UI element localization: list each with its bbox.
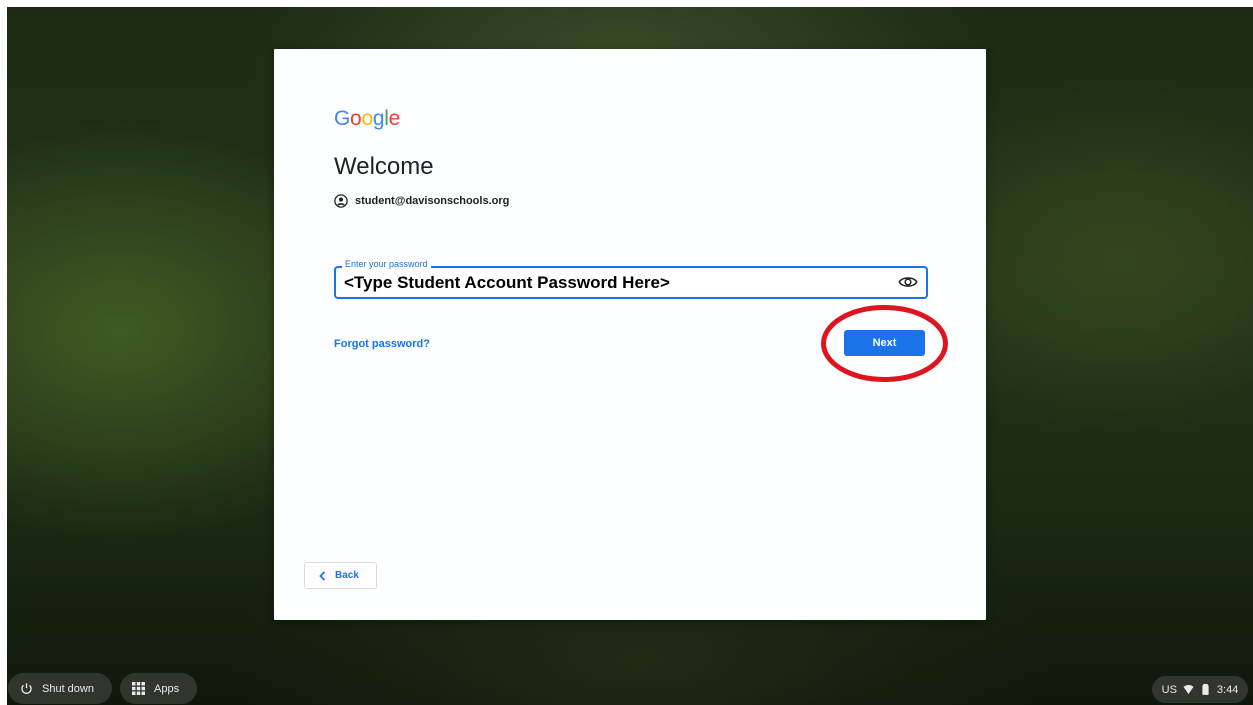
password-input[interactable]: <Type Student Account Password Here> xyxy=(344,273,670,293)
battery-icon xyxy=(1202,684,1209,695)
chevron-left-icon xyxy=(319,570,326,581)
keyboard-layout: US xyxy=(1161,683,1177,696)
account-email: student@davisonschools.org xyxy=(355,195,510,207)
account-circle-icon xyxy=(334,194,348,208)
password-field[interactable]: Enter your password <Type Student Accoun… xyxy=(334,259,928,299)
apps-grid-icon xyxy=(132,682,145,695)
status-tray[interactable]: US 3:44 xyxy=(1152,676,1248,703)
eye-icon[interactable] xyxy=(898,274,918,290)
password-label: Enter your password xyxy=(342,259,431,269)
account-chip: student@davisonschools.org xyxy=(334,194,509,208)
forgot-password-link[interactable]: Forgot password? xyxy=(334,338,430,350)
back-button-label: Back xyxy=(335,570,359,581)
screen-border-top xyxy=(0,0,1253,7)
shutdown-button[interactable]: Shut down xyxy=(8,673,112,704)
google-logo: Google xyxy=(334,107,400,130)
back-button[interactable]: Back xyxy=(304,562,377,589)
clock-time: 3:44 xyxy=(1216,683,1239,696)
shutdown-label: Shut down xyxy=(42,682,94,695)
apps-label: Apps xyxy=(154,682,180,695)
signin-dialog: Google Welcome student@davisonschools.or… xyxy=(274,49,986,620)
screen-border-left xyxy=(0,0,7,705)
highlight-circle-annotation xyxy=(821,305,948,382)
apps-button[interactable]: Apps xyxy=(120,673,197,704)
power-icon xyxy=(21,683,32,694)
wifi-icon xyxy=(1183,684,1194,695)
page-title: Welcome xyxy=(334,153,434,180)
